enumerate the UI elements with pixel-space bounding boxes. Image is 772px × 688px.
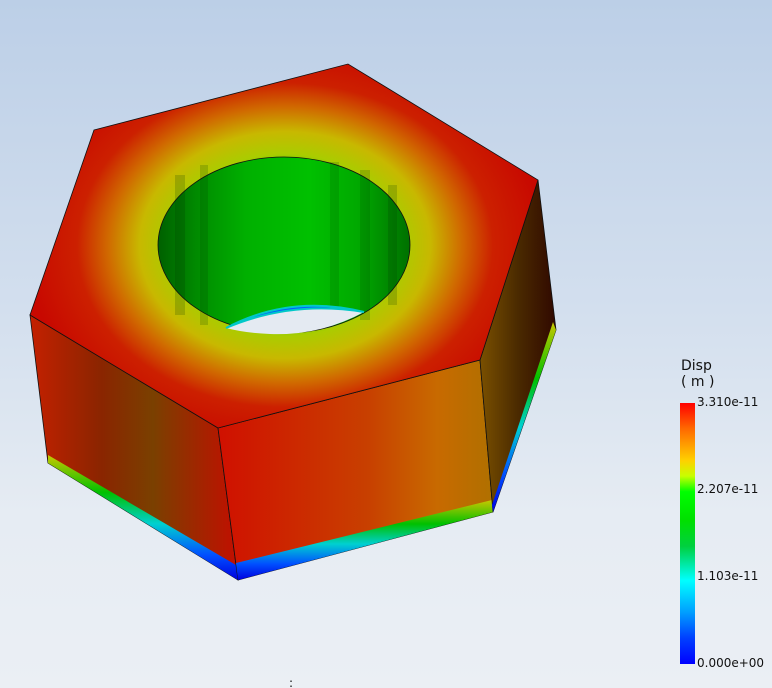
legend-min-label: 0.000e+00 xyxy=(697,656,765,670)
legend-mid-low-label: 1.103e-11 xyxy=(697,569,759,583)
legend-max-label: 3.310e-11 xyxy=(697,395,759,409)
legend-color-bar xyxy=(680,403,695,664)
legend-mid-high-label: 2.207e-11 xyxy=(697,482,759,496)
legend-title: Disp xyxy=(681,358,712,374)
status-mark: : xyxy=(289,676,294,688)
legend-unit: ( m ) xyxy=(681,374,715,390)
nut-hole-wall xyxy=(157,156,411,334)
3d-viewport[interactable] xyxy=(0,0,772,688)
